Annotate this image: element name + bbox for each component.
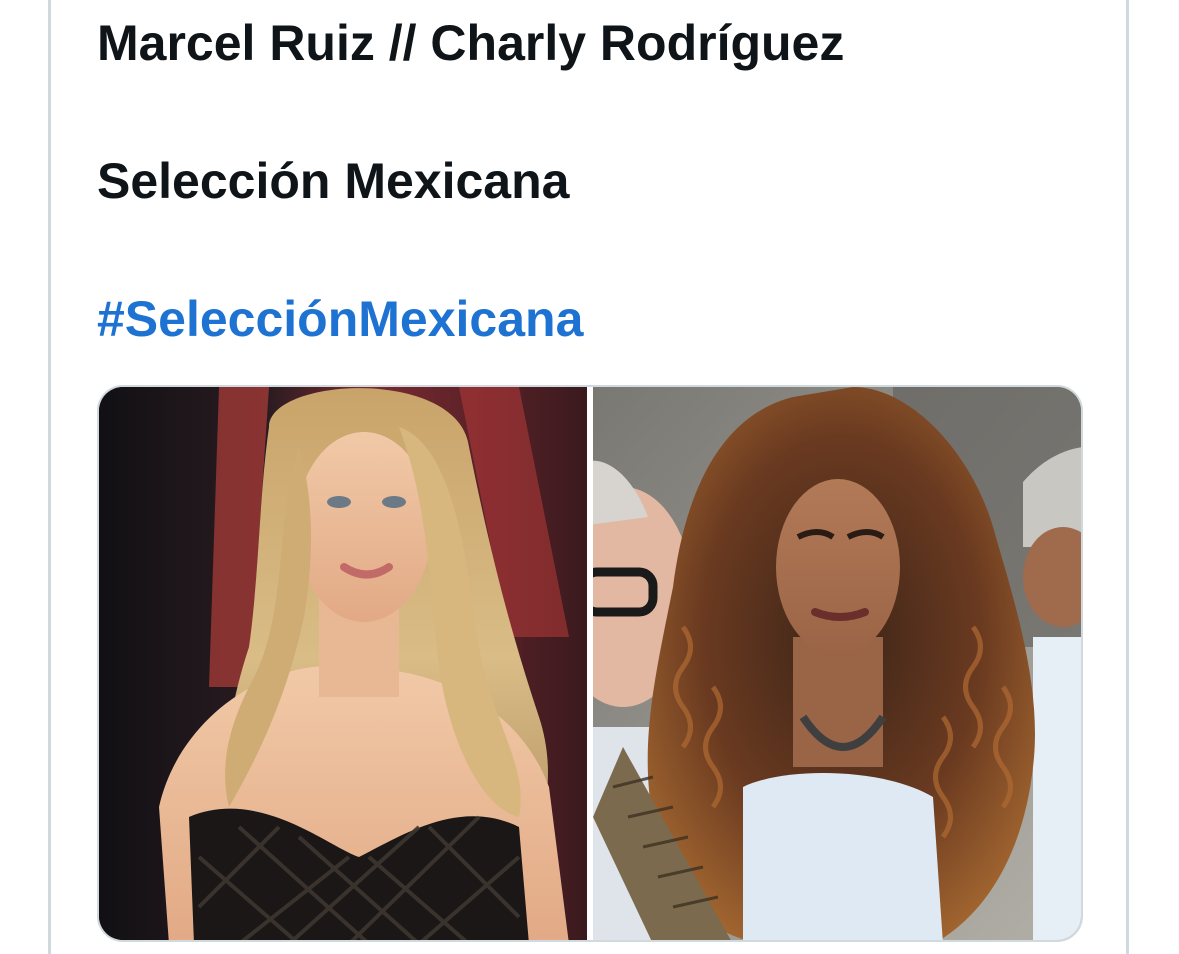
photo-woman-curly-hair — [593, 387, 1081, 940]
photo-woman-blonde — [99, 387, 587, 940]
media-grid — [97, 385, 1083, 942]
media-photo-1[interactable] — [99, 387, 587, 940]
media-photo-2[interactable] — [593, 387, 1081, 940]
tweet-line-2: Selección Mexicana — [97, 153, 570, 209]
hashtag-link[interactable]: #SelecciónMexicana — [97, 290, 583, 348]
tweet-line-1: Marcel Ruiz // Charly Rodríguez — [97, 15, 845, 71]
